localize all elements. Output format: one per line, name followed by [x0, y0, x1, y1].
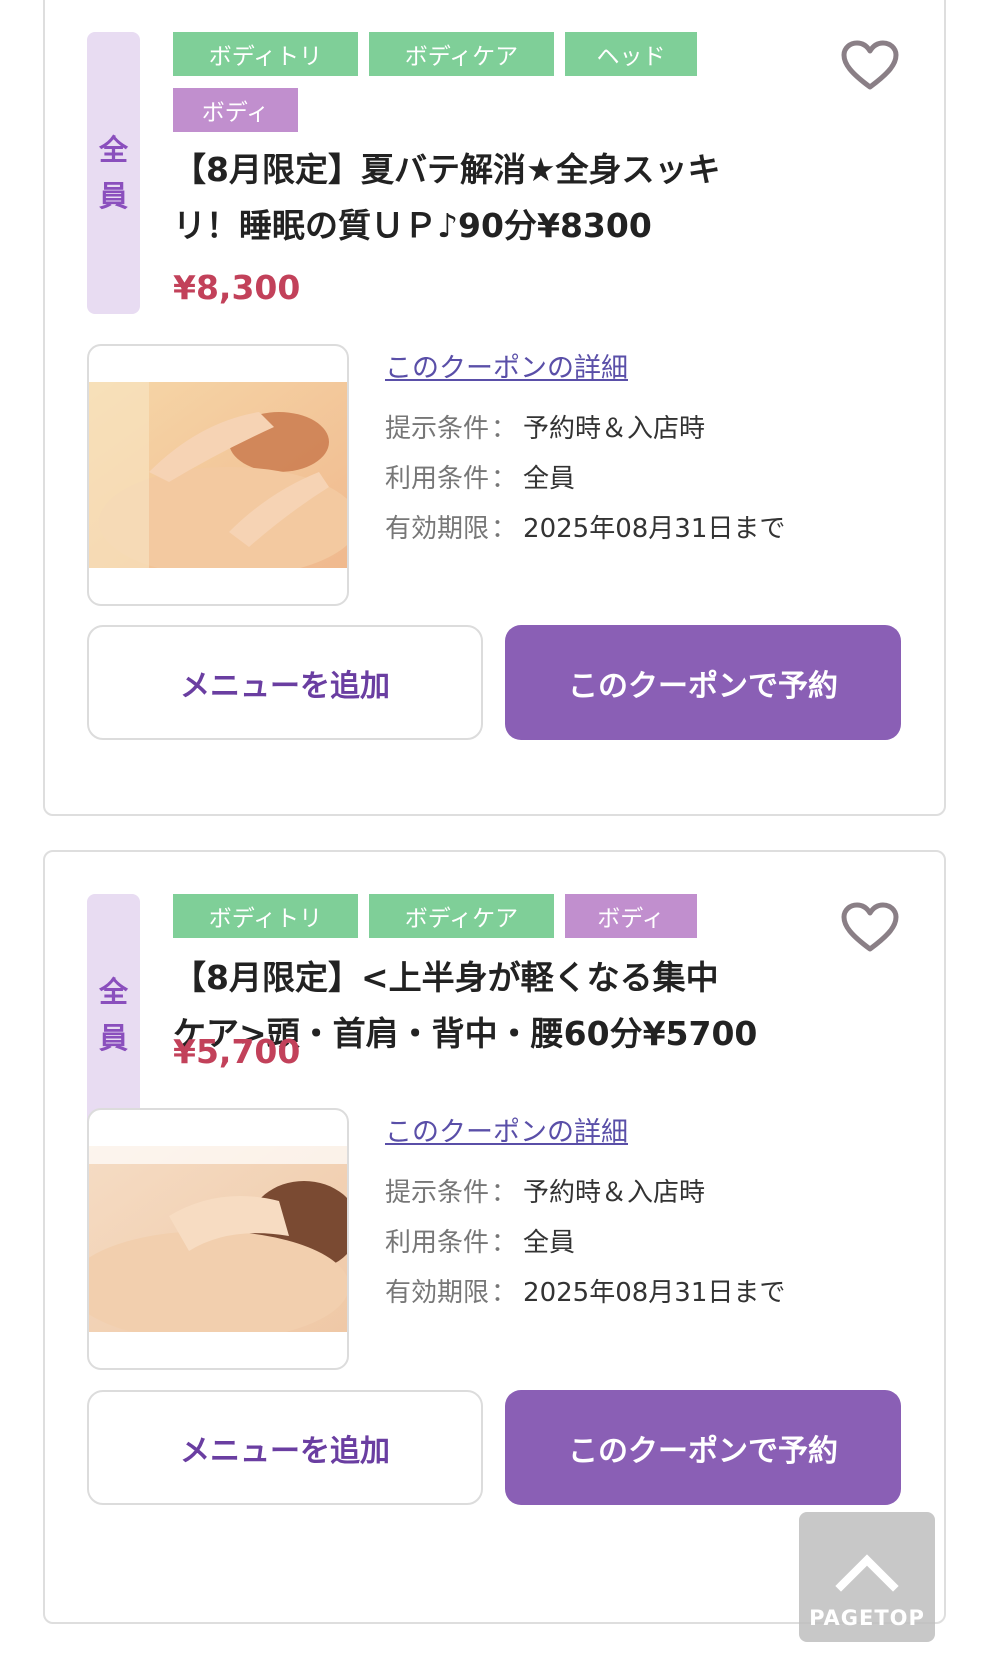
- massage-photo: [87, 344, 349, 606]
- condition-presentation: 提示条件：予約時＆入店時: [385, 414, 706, 444]
- coupon-title: 【8月限定】夏バテ解消★全身スッキ リ！睡眠の質ＵＰ♪90分¥8300: [173, 150, 721, 245]
- massage-photo: [87, 1108, 349, 1370]
- condition-usage: 利用条件：全員: [385, 464, 576, 494]
- condition-expiry: 有効期限： 2025年08月31日まで: [385, 514, 786, 544]
- tag: ボディケア: [369, 894, 554, 938]
- condition-expiry: 有効期限： 2025年08月31日まで: [385, 1278, 786, 1308]
- massage-photo-image: [89, 382, 347, 568]
- tag-list: ボディトリ ボディケア ヘッド ボディ: [173, 32, 733, 132]
- massage-photo-image: [89, 1146, 347, 1332]
- add-menu-button[interactable]: メニューを追加: [87, 625, 483, 740]
- condition-usage: 利用条件：全員: [385, 1228, 576, 1258]
- coupon-card: 全 員 ボディトリ ボディケア ヘッド ボディ 【8月限定】夏バテ解消★全身スッ…: [43, 0, 946, 816]
- coupon-price: ¥8,300: [173, 268, 301, 307]
- tag: ボディトリ: [173, 894, 358, 938]
- coupon-price: ¥5,700: [173, 1032, 301, 1071]
- chevron-up-icon: [835, 1554, 899, 1592]
- target-label: 全 員: [87, 894, 140, 1136]
- tag: ボディ: [173, 88, 298, 132]
- favorite-heart-icon[interactable]: [841, 902, 899, 954]
- target-label: 全 員: [87, 32, 140, 314]
- coupon-card: 全 員 ボディトリ ボディケア ボディ 【8月限定】<上半身が軽くなる集中 ケア…: [43, 850, 946, 1624]
- reserve-with-coupon-button[interactable]: このクーポンで予約: [505, 625, 901, 740]
- pagetop-button[interactable]: PAGETOP: [799, 1512, 935, 1642]
- coupon-detail-link[interactable]: このクーポンの詳細: [385, 1110, 628, 1149]
- pagetop-label: PAGETOP: [809, 1606, 925, 1630]
- reserve-with-coupon-button[interactable]: このクーポンで予約: [505, 1390, 901, 1505]
- favorite-heart-icon[interactable]: [841, 40, 899, 92]
- tag: ボディ: [565, 894, 697, 938]
- tag-list: ボディトリ ボディケア ボディ: [173, 894, 733, 938]
- tag: ヘッド: [565, 32, 697, 76]
- coupon-detail-link[interactable]: このクーポンの詳細: [385, 346, 628, 385]
- add-menu-button[interactable]: メニューを追加: [87, 1390, 483, 1505]
- tag: ボディケア: [369, 32, 554, 76]
- condition-presentation: 提示条件：予約時＆入店時: [385, 1178, 706, 1208]
- tag: ボディトリ: [173, 32, 358, 76]
